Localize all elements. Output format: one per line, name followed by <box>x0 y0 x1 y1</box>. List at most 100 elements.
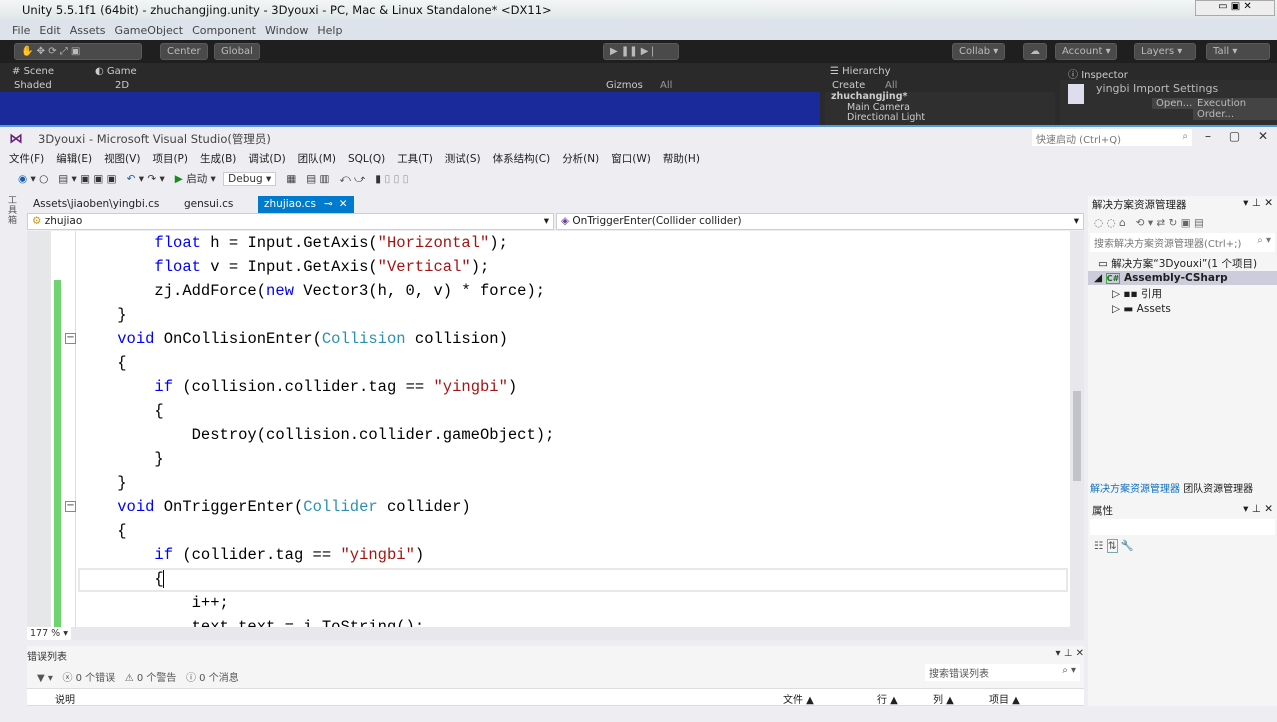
cloud-button[interactable]: ☁ <box>1023 43 1047 60</box>
vs-menu-item[interactable]: 工具(T) <box>397 153 433 165</box>
error-column-header[interactable]: 文件 ▲ <box>783 691 814 706</box>
menu-file[interactable]: File <box>12 24 30 37</box>
vs-menu-item[interactable]: 调试(D) <box>248 153 285 165</box>
collapse-toggle[interactable]: − <box>65 501 76 512</box>
vs-menu-item[interactable]: 视图(V) <box>104 153 140 165</box>
space-toggle[interactable]: Global <box>214 43 260 60</box>
tab-inspector[interactable]: ⓘ Inspector <box>1068 66 1128 81</box>
tab-game[interactable]: ◐ Game <box>95 66 137 77</box>
error-column-header[interactable]: 项目 ▲ <box>989 691 1020 706</box>
account-dropdown[interactable]: Account ▾ <box>1055 43 1117 60</box>
create-dropdown[interactable]: Create <box>832 80 865 91</box>
properties-toolbar[interactable]: ☷ ⇅ 🔧 <box>1094 539 1134 553</box>
shading-dropdown[interactable]: Shaded <box>14 80 52 91</box>
tab-hierarchy-label: Hierarchy <box>842 66 891 77</box>
layout-dropdown[interactable]: Tall ▾ <box>1206 43 1270 60</box>
vs-menu-item[interactable]: 项目(P) <box>152 153 188 165</box>
references-node[interactable]: ▷ ▪▪ 引用 <box>1088 285 1277 302</box>
scene-search[interactable]: All <box>660 80 672 91</box>
vs-menu-item[interactable]: 生成(B) <box>200 153 236 165</box>
code-line: i++; <box>80 591 554 615</box>
quick-launch-input[interactable]: 快速启动 (Ctrl+Q) ⌕ <box>1032 129 1192 146</box>
close-icon[interactable]: ✕ <box>339 198 348 210</box>
start-button[interactable]: ▶ 启动 ▾ <box>175 173 216 185</box>
vs-menu-item[interactable]: 帮助(H) <box>663 153 700 165</box>
code-text[interactable]: float h = Input.GetAxis("Horizontal"); f… <box>80 231 554 627</box>
menu-assets[interactable]: Assets <box>70 24 106 37</box>
vs-window-controls[interactable]: – ▢ ✕ <box>1205 129 1268 143</box>
properties-title: 属性 <box>1092 505 1113 517</box>
toolbox-side-tab[interactable]: 工具箱 <box>8 196 20 236</box>
vs-menu-item[interactable]: SQL(Q) <box>348 153 385 165</box>
vs-menu-item[interactable]: 体系结构(C) <box>493 153 551 165</box>
solution-search-input[interactable]: 搜索解决方案资源管理器(Ctrl+;) ⌕ ▾ <box>1090 233 1275 252</box>
menu-gameobject[interactable]: GameObject <box>115 24 184 37</box>
project-node[interactable]: ◢ C# Assembly-CSharp <box>1088 271 1277 285</box>
code-token: if <box>154 378 174 396</box>
menu-edit[interactable]: Edit <box>39 24 60 37</box>
vs-menu-item[interactable]: 编辑(E) <box>56 153 92 165</box>
hierarchy-scene[interactable]: zhuchangjing* <box>825 91 1055 103</box>
hierarchy-search[interactable]: All <box>885 80 897 91</box>
vs-menu-item[interactable]: 分析(N) <box>562 153 599 165</box>
assets-node[interactable]: ▷ ▬ Assets <box>1088 302 1277 316</box>
open-button[interactable]: Open... <box>1152 98 1197 109</box>
document-tab[interactable]: zhujiao.cs ⊸ ✕ <box>258 196 354 213</box>
scroll-thumb[interactable] <box>1073 391 1081 481</box>
tab-hierarchy[interactable]: ☰ Hierarchy <box>830 66 891 77</box>
class-icon: ⚙ <box>32 215 42 227</box>
errors-filter[interactable]: ⓧ 0 个错误 <box>62 673 115 684</box>
solution-node[interactable]: ▭ 解决方案“3Dyouxi”(1 个项目) <box>1088 252 1277 271</box>
vs-menu-item[interactable]: 文件(F) <box>9 153 44 165</box>
member-dropdown[interactable]: ◈ OnTriggerEnter(Collider collider) ▾ <box>556 213 1084 230</box>
gizmos-dropdown[interactable]: Gizmos <box>606 80 643 91</box>
messages-filter[interactable]: ⓘ 0 个消息 <box>186 673 239 684</box>
window-controls[interactable]: ▭ ▣ ✕ <box>1195 0 1275 16</box>
properties-object-dropdown[interactable] <box>1090 519 1275 535</box>
vertical-scrollbar[interactable] <box>1070 231 1084 627</box>
back-icon[interactable]: ◉ <box>18 173 27 185</box>
error-column-header[interactable]: 行 ▲ <box>877 691 898 706</box>
outline-line <box>75 231 76 627</box>
error-column-header[interactable]: 列 ▲ <box>933 691 954 706</box>
solution-explorer-title: 解决方案资源管理器 <box>1092 199 1187 211</box>
2d-toggle[interactable]: 2D <box>115 80 129 91</box>
config-dropdown[interactable]: Debug ▾ <box>223 172 277 186</box>
execution-order-button[interactable]: Execution Order... <box>1193 98 1277 120</box>
code-token: if <box>154 546 174 564</box>
vs-menu-item[interactable]: 窗口(W) <box>611 153 651 165</box>
transform-tools[interactable]: ✋ ✥ ⟳ ⤢ ▣ <box>14 43 142 60</box>
menu-component[interactable]: Component <box>192 24 256 37</box>
zoom-dropdown[interactable]: 177 % ▾ <box>27 627 71 640</box>
undo-icon[interactable]: ↶ <box>127 173 136 185</box>
tab-game-label: Game <box>106 66 137 77</box>
document-tab[interactable]: gensui.cs <box>178 196 239 213</box>
error-search-input[interactable]: 搜索错误列表 ⌕ ▾ <box>925 664 1080 681</box>
menu-window[interactable]: Window <box>265 24 308 37</box>
filter-icon[interactable]: ▼ ▾ <box>37 673 53 684</box>
collab-button[interactable]: Collab ▾ <box>952 43 1006 60</box>
code-line: { <box>80 351 554 375</box>
tab-scene[interactable]: # Scene <box>12 66 54 77</box>
code-line: {​ <box>80 567 554 591</box>
tab-solution-explorer[interactable]: 解决方案资源管理器 <box>1090 484 1180 495</box>
tab-team-explorer[interactable]: 团队资源管理器 <box>1183 484 1253 495</box>
warnings-filter[interactable]: ⚠ 0 个警告 <box>125 673 177 684</box>
menu-help[interactable]: Help <box>317 24 342 37</box>
hierarchy-item[interactable]: Directional Light <box>825 112 1055 124</box>
error-column-header[interactable]: 说明 <box>55 691 75 706</box>
code-editor[interactable]: − − float h = Input.GetAxis("Horizontal"… <box>27 231 1070 627</box>
pin-icon[interactable]: ⊸ <box>324 198 333 210</box>
vs-menu-item[interactable]: 测试(S) <box>445 153 481 165</box>
play-controls[interactable]: ▶ ❚❚ ▶❘ <box>603 43 679 60</box>
pivot-toggle[interactable]: Center <box>160 43 208 60</box>
scene-view[interactable] <box>0 92 820 125</box>
collapse-toggle[interactable]: − <box>65 333 76 344</box>
vs-menu-item[interactable]: 团队(M) <box>298 153 336 165</box>
document-tab[interactable]: Assets\jiaoben\yingbi.cs <box>27 196 165 213</box>
solution-toolbar[interactable]: ◌ ◌ ⌂ ⟲ ▾ ⇄ ↻ ▣ ▤ <box>1088 213 1277 233</box>
class-dropdown[interactable]: ⚙ zhujiao ▾ <box>27 213 554 230</box>
layers-dropdown[interactable]: Layers ▾ <box>1134 43 1196 60</box>
